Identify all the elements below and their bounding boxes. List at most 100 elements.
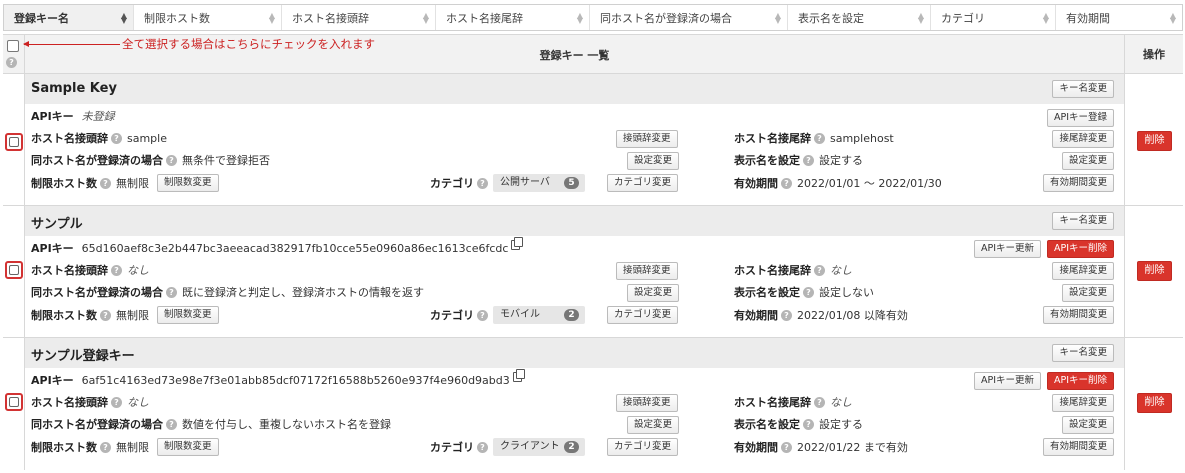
- api-key-renew-button[interactable]: APIキー更新: [973, 372, 1041, 390]
- record-checkbox-highlight: [5, 393, 23, 411]
- help-icon[interactable]: ?: [477, 441, 488, 453]
- duplicate-value: 数値を付与し、重複しないホスト名を登録: [182, 418, 391, 431]
- category-row: カテゴリ? モバイル 2: [430, 305, 585, 325]
- api-key-value: 未登録: [81, 110, 115, 123]
- prefix-change-button[interactable]: 接頭辞変更: [616, 394, 678, 412]
- duplicate-row: 同ホスト名が登録済の場合? 無条件で登録拒否: [31, 150, 270, 170]
- delete-button[interactable]: 削除: [1137, 131, 1172, 151]
- category-count: 5: [564, 177, 579, 189]
- help-icon[interactable]: ?: [111, 132, 122, 144]
- display-name-row: 表示名を設定? 設定しない: [734, 282, 874, 302]
- prefix-change-button[interactable]: 接頭辞変更: [616, 262, 678, 280]
- prefix-change-button[interactable]: 接頭辞変更: [616, 130, 678, 148]
- sort-column-display-name[interactable]: 表示名を設定 ▲ ▼: [788, 5, 931, 30]
- validity-row: 有効期間? 2022/01/01 ～ 2022/01/30: [734, 173, 942, 193]
- help-icon[interactable]: ?: [477, 309, 488, 321]
- limit-change-button[interactable]: 制限数変更: [157, 438, 219, 456]
- duplicate-setting-button[interactable]: 設定変更: [627, 152, 680, 170]
- prefix-row: ホスト名接頭辞? なし: [31, 392, 149, 412]
- help-icon[interactable]: ?: [814, 396, 825, 408]
- display-name-value: 設定する: [819, 418, 863, 431]
- sort-arrows-icon: ▲ ▼: [268, 11, 275, 25]
- help-icon[interactable]: ?: [100, 177, 111, 189]
- display-name-value: 設定しない: [819, 286, 874, 299]
- sort-column-prefix[interactable]: ホスト名接頭辞 ▲ ▼: [282, 5, 436, 30]
- validity-change-button[interactable]: 有効期間変更: [1042, 174, 1114, 192]
- help-icon[interactable]: ?: [166, 418, 177, 430]
- api-key-row: APIキー 65d160aef8c3e2b447bc3aeeacad382917…: [31, 237, 524, 258]
- sort-column-category[interactable]: カテゴリ ▲ ▼: [931, 5, 1056, 30]
- api-key-delete-button[interactable]: APIキー削除: [1046, 372, 1114, 390]
- help-icon[interactable]: ?: [781, 441, 792, 453]
- sort-column-limit[interactable]: 制限ホスト数 ▲ ▼: [134, 5, 282, 30]
- delete-button[interactable]: 削除: [1137, 261, 1172, 281]
- duplicate-setting-button[interactable]: 設定変更: [627, 284, 680, 302]
- rename-button[interactable]: キー名変更: [1052, 344, 1114, 362]
- category-change-button[interactable]: カテゴリ変更: [607, 438, 679, 456]
- sort-column-validity[interactable]: 有効期間 ▲ ▼: [1056, 5, 1182, 30]
- sort-column-suffix[interactable]: ホスト名接尾辞 ▲ ▼: [436, 5, 590, 30]
- limit-change-button[interactable]: 制限数変更: [157, 174, 219, 192]
- help-icon[interactable]: ?: [803, 154, 814, 166]
- copy-icon[interactable]: [511, 237, 524, 250]
- api-key-delete-button[interactable]: APIキー削除: [1046, 240, 1114, 258]
- rename-button[interactable]: キー名変更: [1052, 212, 1114, 230]
- category-change-button[interactable]: カテゴリ変更: [607, 306, 679, 324]
- suffix-value: なし: [830, 396, 852, 409]
- suffix-change-button[interactable]: 接尾辞変更: [1052, 394, 1114, 412]
- duplicate-value: 無条件で登録拒否: [182, 154, 270, 167]
- category-count: 2: [564, 309, 579, 321]
- validity-change-button[interactable]: 有効期間変更: [1042, 306, 1114, 324]
- suffix-change-button[interactable]: 接尾辞変更: [1052, 130, 1114, 148]
- sort-column-duplicate[interactable]: 同ホスト名が登録済の場合 ▲ ▼: [590, 5, 788, 30]
- help-icon[interactable]: ?: [781, 177, 792, 189]
- rename-button[interactable]: キー名変更: [1052, 80, 1114, 98]
- help-icon[interactable]: ?: [803, 286, 814, 298]
- help-icon[interactable]: ?: [6, 57, 17, 68]
- help-icon[interactable]: ?: [814, 264, 825, 276]
- validity-row: 有効期間? 2022/01/22 まで有効: [734, 437, 908, 457]
- display-name-setting-button[interactable]: 設定変更: [1061, 152, 1114, 170]
- help-icon[interactable]: ?: [477, 177, 488, 189]
- help-icon[interactable]: ?: [781, 309, 792, 321]
- record-checkbox[interactable]: [9, 397, 19, 407]
- category-value: 公開サーバ: [500, 177, 550, 188]
- display-name-setting-button[interactable]: 設定変更: [1061, 284, 1114, 302]
- category-label: カテゴリ: [430, 309, 474, 322]
- category-row: カテゴリ? 公開サーバ 5: [430, 173, 585, 193]
- validity-change-button[interactable]: 有効期間変更: [1042, 438, 1114, 456]
- duplicate-setting-button[interactable]: 設定変更: [627, 416, 680, 434]
- action-header: 操作: [1124, 35, 1183, 73]
- help-icon[interactable]: ?: [166, 154, 177, 166]
- category-badge: クライアント 2: [493, 438, 585, 456]
- select-all-checkbox[interactable]: [7, 40, 19, 52]
- record-check-cell: [3, 74, 25, 205]
- suffix-change-button[interactable]: 接尾辞変更: [1052, 262, 1114, 280]
- help-icon[interactable]: ?: [803, 418, 814, 430]
- help-icon[interactable]: ?: [111, 396, 122, 408]
- help-icon[interactable]: ?: [814, 132, 825, 144]
- sort-column-label: 表示名を設定: [798, 11, 864, 25]
- help-icon[interactable]: ?: [100, 309, 111, 321]
- help-icon[interactable]: ?: [111, 264, 122, 276]
- display-name-setting-button[interactable]: 設定変更: [1061, 416, 1114, 434]
- sort-column-key-name[interactable]: 登録キー名 ▲ ▼: [4, 5, 134, 30]
- copy-icon[interactable]: [512, 369, 525, 382]
- help-icon[interactable]: ?: [100, 441, 111, 453]
- delete-button[interactable]: 削除: [1137, 393, 1172, 413]
- record-header: サンプル登録キー キー名変更: [25, 338, 1124, 368]
- record-checkbox[interactable]: [9, 265, 19, 275]
- validity-value: 2022/01/22 まで有効: [797, 441, 908, 454]
- category-change-button[interactable]: カテゴリ変更: [607, 174, 679, 192]
- limit-change-button[interactable]: 制限数変更: [157, 306, 219, 324]
- api-key-register-button[interactable]: APIキー登録: [1046, 109, 1114, 127]
- api-key-renew-button[interactable]: APIキー更新: [973, 240, 1041, 258]
- display-name-row: 表示名を設定? 設定する: [734, 414, 863, 434]
- record-checkbox[interactable]: [9, 137, 19, 147]
- record-action-cell: 削除: [1124, 206, 1183, 337]
- category-label: カテゴリ: [430, 177, 474, 190]
- category-value: クライアント: [500, 441, 560, 452]
- suffix-row: ホスト名接尾辞? samplehost: [734, 128, 894, 148]
- header-check-cell: ?: [3, 35, 25, 73]
- help-icon[interactable]: ?: [166, 286, 177, 298]
